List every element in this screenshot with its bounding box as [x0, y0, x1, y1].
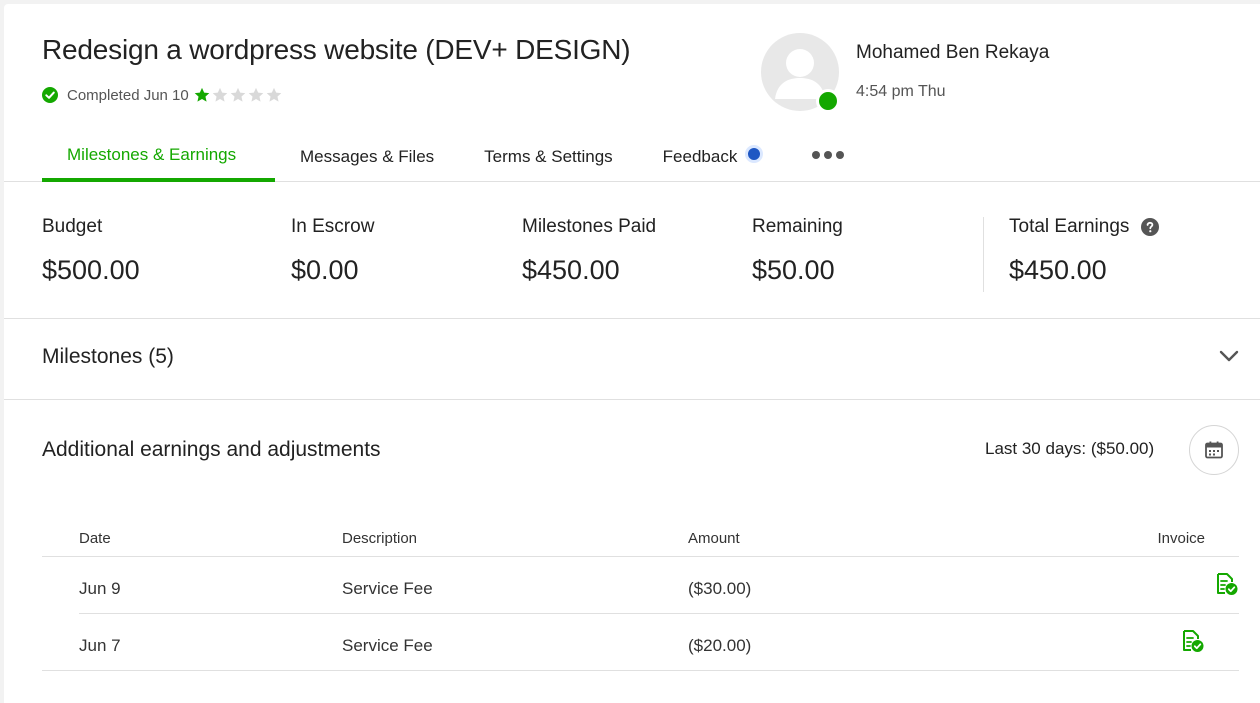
row-amount: ($30.00): [688, 579, 752, 598]
tab-terms-settings[interactable]: Terms & Settings: [459, 132, 638, 182]
stat-label: Milestones Paid: [522, 216, 657, 237]
stat-label: Remaining: [752, 216, 843, 237]
stat-label: In Escrow: [291, 216, 375, 237]
dot-icon: [812, 151, 821, 159]
stat-value: $50.00: [752, 255, 835, 285]
star-icon: [266, 87, 282, 102]
stat-remaining: Remaining $50.00: [752, 216, 843, 286]
tab-bar: Milestones & Earnings Messages & Files T…: [42, 132, 845, 182]
calendar-icon: [1205, 441, 1223, 459]
stat-budget: Budget $500.00: [42, 216, 140, 286]
column-amount: Amount: [688, 530, 740, 547]
stat-label: Budget: [42, 216, 103, 237]
star-icon: [230, 87, 246, 102]
row-amount: ($20.00): [688, 636, 752, 655]
stat-label: Total Earnings: [1009, 216, 1130, 237]
user-local-time: 4:54 pm Thu: [856, 83, 946, 100]
milestones-section[interactable]: Milestones (5): [4, 319, 1260, 400]
column-invoice: Invoice: [1157, 530, 1205, 547]
stats-divider: [983, 217, 984, 292]
table-row: Jun 7 Service Fee ($20.00): [42, 614, 1239, 671]
star-icon: [212, 87, 228, 102]
tab-messages-files[interactable]: Messages & Files: [275, 132, 459, 182]
dot-icon: [824, 151, 833, 159]
milestones-title: Milestones (5): [42, 345, 174, 368]
online-indicator: [816, 89, 840, 113]
column-date[interactable]: Date: [79, 530, 111, 547]
row-description: Service Fee: [342, 636, 433, 655]
contract-title: Redesign a wordpress website (DEV+ DESIG…: [42, 34, 631, 65]
contract-card: Redesign a wordpress website (DEV+ DESIG…: [4, 4, 1260, 703]
row-date: Jun 9: [79, 579, 121, 598]
tab-feedback[interactable]: Feedback: [638, 132, 789, 182]
dot-icon: [836, 151, 845, 159]
chevron-down-icon[interactable]: [1216, 343, 1242, 369]
invoice-check-icon[interactable]: [1179, 628, 1205, 654]
invoice-check-icon[interactable]: [1213, 571, 1239, 597]
tab-feedback-label: Feedback: [662, 147, 738, 166]
table-header: Date Description Amount Invoice: [42, 510, 1239, 557]
star-icon: [194, 87, 210, 102]
rating-stars: [193, 86, 283, 104]
adjustments-title: Additional earnings and adjustments: [42, 438, 381, 461]
star-icon: [248, 87, 264, 102]
stat-value: $450.00: [1009, 255, 1107, 285]
notification-dot: [745, 145, 764, 163]
adjustments-section: Additional earnings and adjustments Last…: [4, 400, 1260, 703]
earnings-summary: Budget $500.00 In Escrow $0.00 Milestone…: [4, 182, 1260, 319]
stat-label-row: Total Earnings: [1009, 216, 1160, 238]
stat-value: $0.00: [291, 255, 359, 285]
stat-escrow: In Escrow $0.00: [291, 216, 374, 286]
date-range-button[interactable]: [1189, 425, 1239, 475]
user-name[interactable]: Mohamed Ben Rekaya: [856, 42, 1049, 64]
row-description: Service Fee: [342, 579, 433, 598]
more-options-button[interactable]: [788, 128, 845, 182]
row-date: Jun 7: [79, 636, 121, 655]
table-row: Jun 9 Service Fee ($30.00): [79, 557, 1239, 614]
stat-value: $450.00: [522, 255, 620, 285]
question-circle-icon[interactable]: [1141, 218, 1160, 236]
adjustments-table: Date Description Amount Invoice Jun 9 Se…: [42, 510, 1239, 671]
stat-value: $500.00: [42, 255, 140, 285]
check-circle-icon: [42, 87, 58, 103]
period-total: Last 30 days: ($50.00): [985, 439, 1155, 458]
stat-milestones-paid: Milestones Paid $450.00: [522, 216, 656, 286]
stat-total-earnings: Total Earnings $450.00: [1009, 216, 1160, 286]
status-text: Completed Jun 10: [67, 86, 189, 104]
contract-status: Completed Jun 10: [42, 86, 283, 104]
tab-milestones-earnings[interactable]: Milestones & Earnings: [42, 132, 275, 182]
column-description: Description: [342, 530, 418, 547]
contract-header: Redesign a wordpress website (DEV+ DESIG…: [4, 4, 1260, 182]
